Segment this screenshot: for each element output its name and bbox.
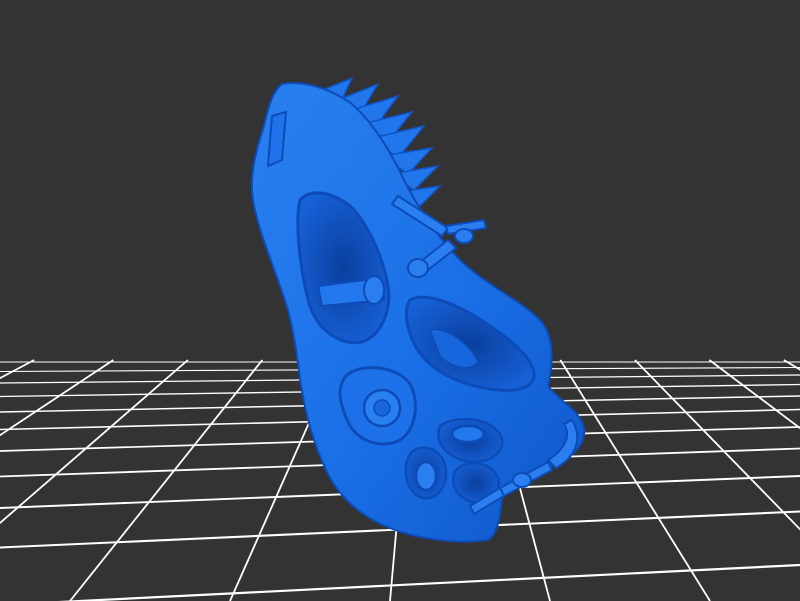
3d-mesh-model[interactable] — [250, 76, 586, 543]
3d-viewport[interactable] — [0, 0, 800, 601]
3d-scene[interactable] — [0, 0, 800, 601]
